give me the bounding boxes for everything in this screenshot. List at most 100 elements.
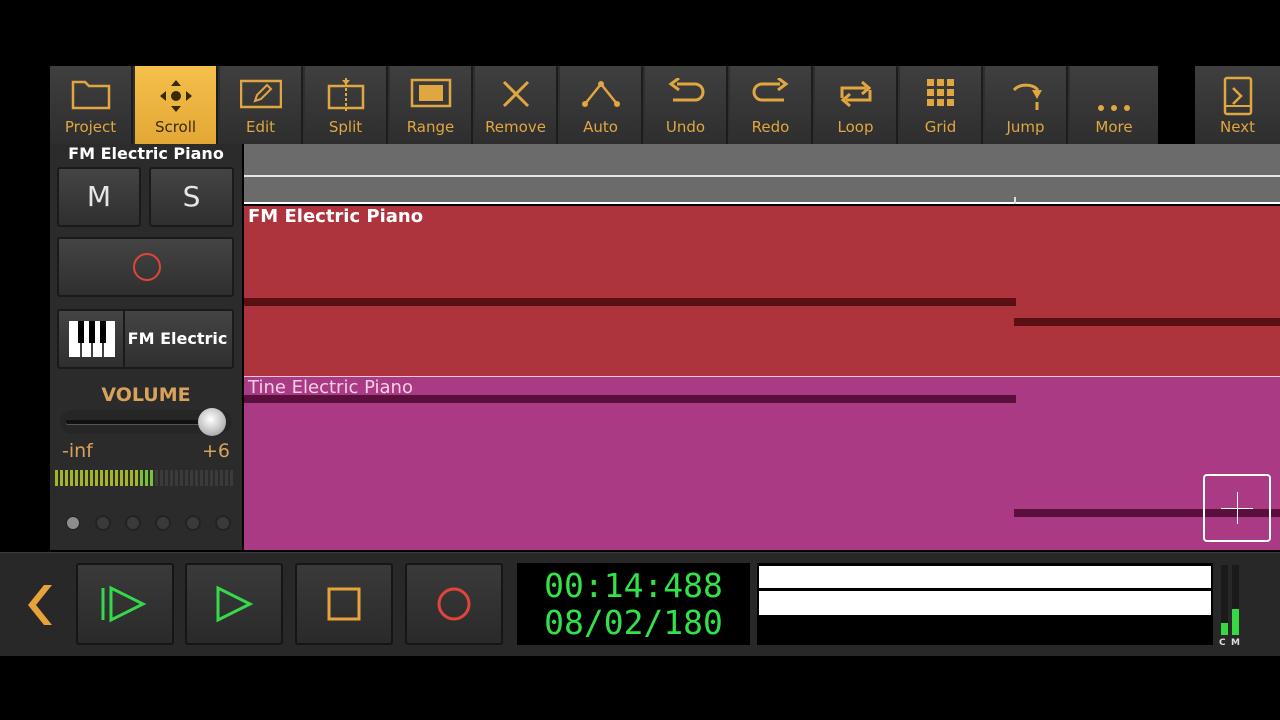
meter-label-c: C (1219, 638, 1226, 648)
range-button[interactable]: Range (390, 66, 473, 144)
play-button[interactable] (185, 563, 283, 645)
loop-icon (840, 80, 871, 108)
status-led (95, 515, 111, 531)
next-label: Next (1220, 118, 1255, 136)
redo-label: Redo (751, 118, 790, 136)
mute-button[interactable]: M (57, 167, 141, 227)
undo-button[interactable]: Undo (645, 66, 728, 144)
ruler-baseline (244, 202, 1280, 204)
grid-button[interactable]: Grid (900, 66, 983, 144)
time-readout: 00:14:488 (544, 566, 723, 605)
status-led (185, 515, 201, 531)
midi-note[interactable] (244, 395, 1016, 403)
grid-label: Grid (924, 118, 957, 136)
instrument-divider (123, 311, 125, 367)
scroll-label: Scroll (154, 118, 197, 136)
more-label: More (1095, 118, 1133, 136)
meter-segment (125, 470, 128, 486)
remove-button[interactable]: Remove (475, 66, 558, 144)
instrument-button[interactable]: FM Electric (57, 309, 234, 369)
meter-segment (100, 470, 103, 486)
meter-segment (95, 470, 98, 486)
stop-button[interactable] (295, 563, 393, 645)
play-from-start-button[interactable] (76, 563, 174, 645)
range-icon (410, 78, 451, 108)
loop-range-line (244, 175, 1280, 177)
playhead-marker[interactable] (1014, 197, 1016, 204)
auto-label: Auto (583, 118, 618, 136)
track-title[interactable]: FM Electric Piano (50, 144, 242, 164)
midi-note[interactable] (1014, 318, 1280, 326)
record-button[interactable] (405, 563, 503, 645)
time-display[interactable]: 00:14:488 08/02/180 (517, 563, 750, 645)
volume-min-label: -inf (62, 440, 93, 462)
meter-segment (80, 470, 83, 486)
loop-label: Loop (837, 118, 874, 136)
jump-icon (1012, 83, 1042, 110)
meter-segment (90, 470, 93, 486)
next-button[interactable]: Next (1195, 66, 1280, 144)
piano-keyboard-icon (69, 321, 115, 357)
meter-segment (105, 470, 108, 486)
remove-label: Remove (485, 118, 546, 136)
meter-segment (165, 470, 168, 486)
meter-segment (215, 470, 218, 486)
volume-slider-track[interactable] (66, 420, 216, 424)
tine-electric-piano-region[interactable]: Tine Electric Piano (244, 377, 1280, 550)
add-track-button[interactable] (1203, 474, 1271, 542)
solo-button[interactable]: S (149, 167, 234, 227)
meter-segment (140, 470, 143, 486)
automation-icon (581, 81, 620, 107)
meter-segment (180, 470, 183, 486)
redo-icon (752, 78, 788, 102)
record-circle-icon (133, 253, 161, 281)
meter-segment (85, 470, 88, 486)
play-icon (216, 585, 254, 623)
auto-button[interactable]: Auto (560, 66, 643, 144)
edit-button[interactable]: Edit (220, 66, 303, 144)
project-button[interactable]: Project (50, 66, 133, 144)
meter-segment (115, 470, 118, 486)
next-page-icon (1223, 76, 1252, 116)
track-level-meter (55, 470, 235, 486)
jump-label: Jump (1006, 118, 1045, 136)
scroll-button[interactable]: Scroll (135, 66, 218, 144)
scroll-arrows-icon (159, 80, 192, 112)
meter-segment (135, 470, 138, 486)
redo-button[interactable]: Redo (730, 66, 813, 144)
more-button[interactable]: More (1070, 66, 1158, 144)
chevron-left-icon[interactable] (22, 583, 56, 627)
meter-segment (175, 470, 178, 486)
meter-level (1221, 623, 1228, 635)
meter-segment (205, 470, 208, 486)
loop-button[interactable]: Loop (815, 66, 898, 144)
meter-label-m: M (1231, 638, 1240, 648)
meter-segment (120, 470, 123, 486)
stop-icon (327, 587, 361, 621)
position-readout: 08/02/180 (544, 603, 723, 642)
record-arm-button[interactable] (57, 237, 234, 297)
more-dots-icon (1098, 105, 1130, 111)
meter-segment (200, 470, 203, 486)
meter-segment (210, 470, 213, 486)
midi-note[interactable] (244, 298, 1016, 306)
pencil-icon (239, 79, 282, 109)
play-from-start-icon (101, 585, 147, 623)
status-led (215, 515, 231, 531)
track-header: FM Electric Piano M S FM Electric VOLUME… (50, 144, 242, 550)
transport-bar: 00:14:488 08/02/180 C M (0, 552, 1280, 656)
split-label: Split (328, 118, 363, 136)
song-overview[interactable] (757, 563, 1213, 645)
meter-segment (65, 470, 68, 486)
jump-button[interactable]: Jump (985, 66, 1068, 144)
meter-level (1232, 609, 1239, 635)
meter-segment (145, 470, 148, 486)
fm-electric-piano-region[interactable]: FM Electric Piano (244, 206, 1280, 376)
split-button[interactable]: Split (305, 66, 388, 144)
meter-segment (110, 470, 113, 486)
meter-segment (150, 470, 153, 486)
instrument-name: FM Electric (127, 329, 228, 348)
volume-slider-knob[interactable] (197, 408, 226, 436)
timeline-ruler[interactable] (244, 144, 1280, 204)
record-icon (437, 587, 471, 621)
